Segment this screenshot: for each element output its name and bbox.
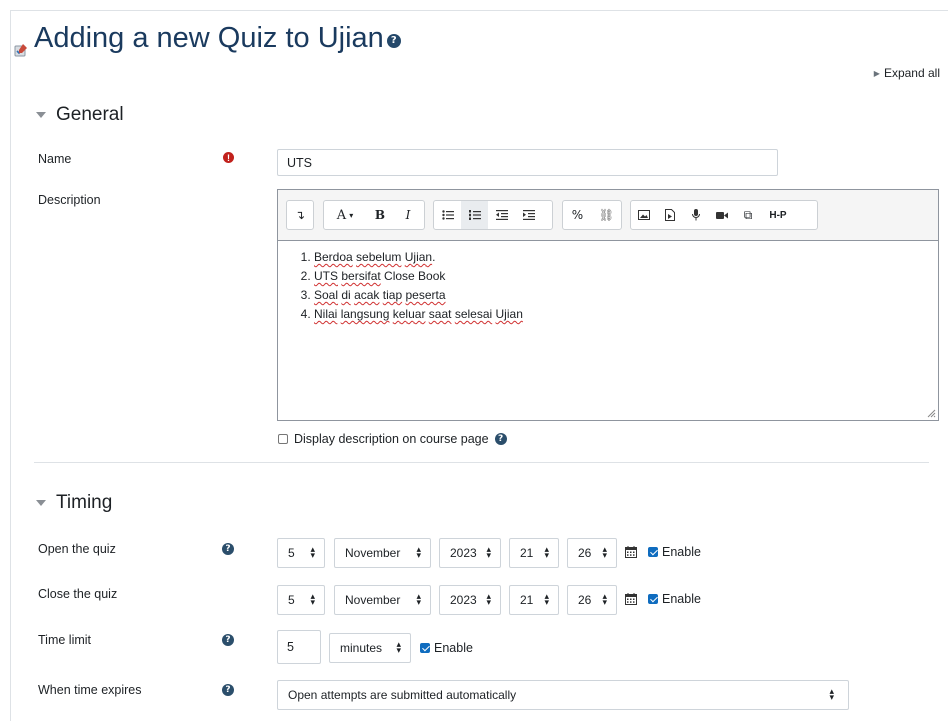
font-style-button[interactable]: A ▾ [324,201,366,229]
quiz-icon [14,32,28,56]
chevron-down-icon [36,500,46,506]
help-icon[interactable]: ? [386,33,401,48]
italic-button[interactable]: I [394,201,422,229]
h5p-icon[interactable]: H-P [761,201,795,229]
toggle-toolbar-icon[interactable]: ↴ [287,201,313,229]
editor-content[interactable]: Berdoa sebelum Ujian. UTS bersifat Close… [288,248,523,324]
display-description-checkbox[interactable]: Display description on course page ? [278,432,507,446]
description-list: Berdoa sebelum Ujian. UTS bersifat Close… [288,248,523,324]
section-timing-title: Timing [56,492,113,513]
unlink-icon[interactable]: ⛓ [592,201,621,229]
calendar-icon[interactable] [625,593,637,605]
list-item: Nilai langsung keluar saat selesai Ujian [314,305,523,324]
help-icon[interactable]: ? [494,433,507,445]
record-video-icon[interactable] [709,201,735,229]
enable-label: Enable [662,545,701,559]
chevron-down-icon [36,112,46,118]
section-general-toggle[interactable]: General [36,104,124,126]
record-audio-icon[interactable] [683,201,709,229]
time-limit-value: 5 [287,640,294,654]
help-icon[interactable]: ? [222,684,234,696]
bold-button[interactable]: B [366,201,394,229]
open-enable-checkbox[interactable]: Enable [648,545,701,559]
display-description-label: Display description on course page [294,432,489,446]
name-input[interactable]: UTS [277,149,778,176]
close-quiz-label: Close the quiz [38,587,118,601]
section-general-title: General [56,104,124,125]
help-icon[interactable]: ? [222,543,234,555]
toolbar-group-1: ↴ [286,200,314,230]
close-month-select[interactable]: November ▴ ▾ [334,585,431,615]
when-expires-label: When time expires [38,683,142,697]
time-limit-input[interactable]: 5 [277,630,321,664]
toolbar-group-3 [433,200,553,230]
open-minute-select[interactable]: 26 ▴ ▾ [567,538,617,568]
enable-label: Enable [662,592,701,606]
list-item: UTS bersifat Close Book [314,267,523,286]
list-item: Berdoa sebelum Ujian. [314,248,523,267]
toolbar-group-4: % ⛓ [562,200,622,230]
close-year-select[interactable]: 2023 ▴ ▾ [439,585,501,615]
editor-toolbar: ↴ A ▾ B I % ⛓ ⧉ H-P [278,190,938,241]
image-icon[interactable] [631,201,657,229]
outdent-icon[interactable] [488,201,515,229]
open-month-select[interactable]: November ▴ ▾ [334,538,431,568]
media-icon[interactable] [657,201,683,229]
expand-all-link[interactable]: ▶ Expand all [874,66,940,80]
section-divider [34,462,929,463]
checkbox-checked[interactable] [648,594,658,604]
indent-icon[interactable] [515,201,542,229]
caret-right-icon: ▶ [873,68,880,78]
time-limit-enable-checkbox[interactable]: Enable [420,641,473,655]
close-minute-select[interactable]: 26 ▴ ▾ [567,585,617,615]
manage-files-icon[interactable]: ⧉ [735,201,761,229]
checkbox-unchecked[interactable] [278,434,288,444]
name-label: Name [38,152,72,166]
expand-all-label: Expand all [883,66,940,80]
open-quiz-label: Open the quiz [38,542,116,556]
section-timing-toggle[interactable]: Timing [36,492,112,514]
name-input-value: UTS [287,155,312,170]
page-title: Adding a new Quiz to Ujian [34,22,384,54]
calendar-icon[interactable] [625,546,637,558]
time-limit-label: Time limit [38,633,92,647]
open-day-select[interactable]: 5 ▴ ▾ [277,538,325,568]
description-editor[interactable]: ↴ A▾ B I % ⛓ ⧉ H-P Berdoa sebelum Ujian. [277,189,939,421]
checkbox-checked[interactable] [648,547,658,557]
page-title-row: Adding a new Quiz to Ujian ? [14,22,401,56]
list-item: Soal di acak tiap peserta [314,286,523,305]
open-hour-select[interactable]: 21 ▴ ▾ [509,538,559,568]
enable-label: Enable [434,641,473,655]
required-icon: ! [223,152,234,163]
link-icon[interactable]: % [563,201,592,229]
when-expires-select[interactable]: Open attempts are submitted automaticall… [277,680,849,710]
toolbar-group-5: ⧉ H-P [630,200,818,230]
ordered-list-icon[interactable] [461,201,488,229]
toolbar-group-2: A ▾ B I [323,200,425,230]
help-icon[interactable]: ? [222,634,234,646]
close-enable-checkbox[interactable]: Enable [648,592,701,606]
description-label: Description [38,193,101,207]
open-year-select[interactable]: 2023 ▴ ▾ [439,538,501,568]
resize-handle-icon[interactable] [926,408,936,418]
unordered-list-icon[interactable] [434,201,461,229]
checkbox-checked[interactable] [420,643,430,653]
time-limit-unit-select[interactable]: minutes ▴ ▾ [329,633,411,663]
close-day-select[interactable]: 5 ▴ ▾ [277,585,325,615]
close-hour-select[interactable]: 21 ▴ ▾ [509,585,559,615]
